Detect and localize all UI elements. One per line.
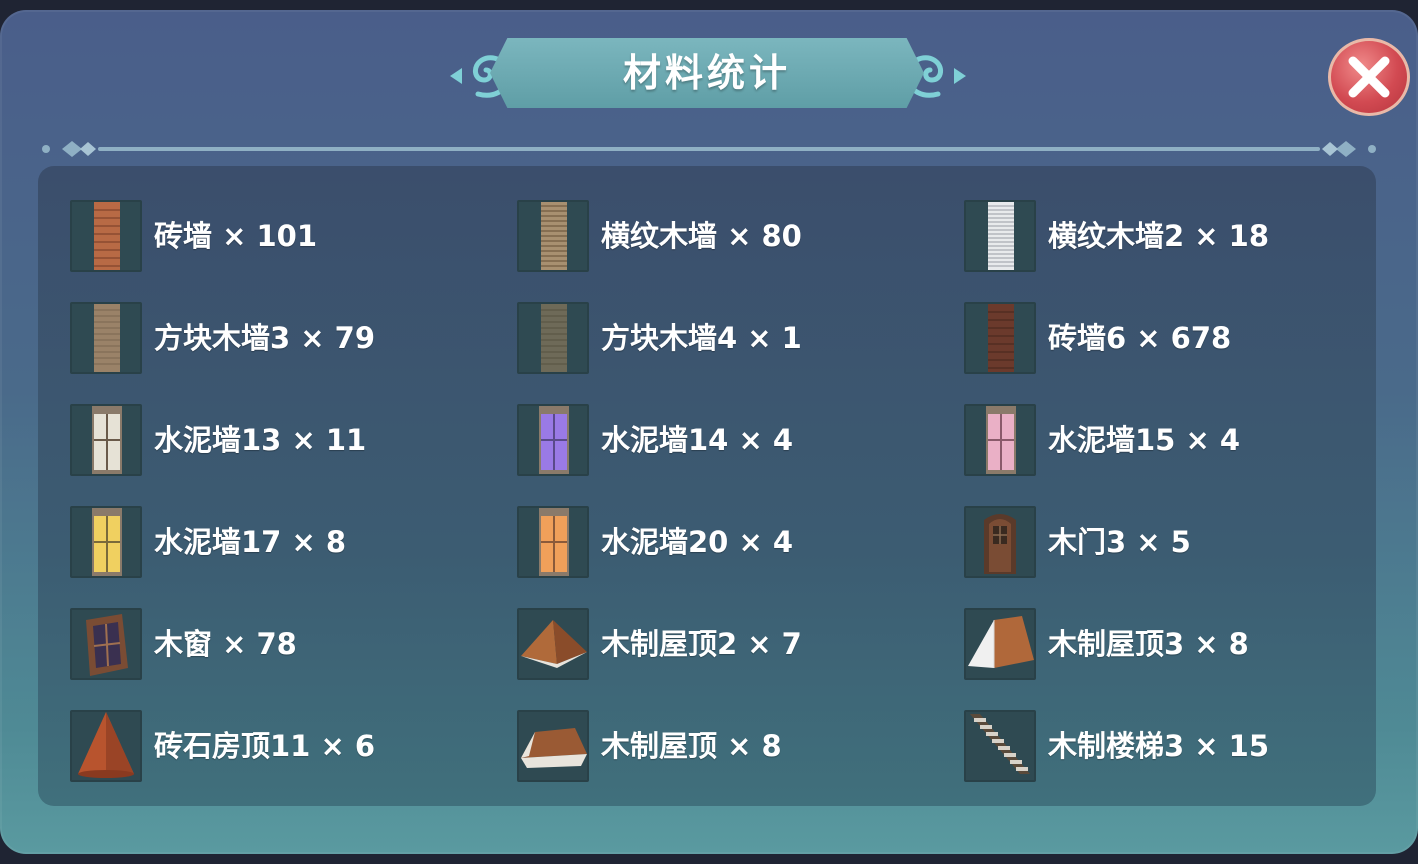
yellow-window-wall-icon [70,506,142,578]
item-label: 砖墙6 × 678 [1048,321,1232,355]
list-item: 砖墙6 × 678 [964,302,1394,378]
list-item: 木制楼梯3 × 15 [964,710,1394,786]
list-item: 砖墙 × 101 [70,200,500,276]
item-label: 水泥墙17 × 8 [154,525,347,559]
list-item: 砖石房顶11 × 6 [70,710,500,786]
list-item: 木制屋顶 × 8 [517,710,947,786]
list-item: 水泥墙14 × 4 [517,404,947,480]
white-window-wall-icon [70,404,142,476]
page-title: 材料统计 [622,51,791,95]
close-icon [1348,56,1390,98]
horizontal-wood-wall-icon [517,200,589,272]
dark-wood-wall-icon [517,302,589,374]
item-label: 砖石房顶11 × 6 [154,729,376,763]
item-label: 方块木墙3 × 79 [154,321,376,355]
cone-roof-icon [70,710,142,782]
purple-window-wall-icon [517,404,589,476]
material-list: 砖墙 × 101 横纹木墙 × 80 横纹木墙2 × 18 方块木墙3 × 79… [38,166,1376,806]
item-label: 方块木墙4 × 1 [601,321,802,355]
gable-roof-icon [964,608,1036,680]
dark-brick-wall-icon [964,302,1036,374]
brick-wall-icon [70,200,142,272]
wooden-window-icon [70,608,142,680]
white-plank-wall-icon [964,200,1036,272]
list-item: 木门3 × 5 [964,506,1394,582]
item-label: 木制屋顶 × 8 [601,729,782,763]
pyramid-roof-icon [517,608,589,680]
item-label: 木窗 × 78 [154,627,297,661]
item-label: 水泥墙20 × 4 [601,525,794,559]
flat-roof-icon [517,710,589,782]
header-divider [42,141,1376,157]
item-label: 水泥墙15 × 4 [1048,423,1241,457]
item-label: 木门3 × 5 [1048,525,1191,559]
wooden-door-icon [964,506,1036,578]
block-wood-wall-icon [70,302,142,374]
list-item: 横纹木墙2 × 18 [964,200,1394,276]
list-item: 水泥墙15 × 4 [964,404,1394,480]
item-label: 水泥墙13 × 11 [154,423,367,457]
orange-window-wall-icon [517,506,589,578]
item-label: 砖墙 × 101 [154,219,318,253]
list-item: 水泥墙13 × 11 [70,404,500,480]
pink-window-wall-icon [964,404,1036,476]
list-item: 水泥墙17 × 8 [70,506,500,582]
list-item: 水泥墙20 × 4 [517,506,947,582]
item-label: 横纹木墙2 × 18 [1048,219,1270,253]
item-label: 横纹木墙 × 80 [601,219,802,253]
list-item: 木制屋顶2 × 7 [517,608,947,684]
wooden-stairs-icon [964,710,1036,782]
item-label: 木制楼梯3 × 15 [1048,729,1270,763]
close-button[interactable] [1328,38,1410,116]
item-label: 水泥墙14 × 4 [601,423,794,457]
list-item: 方块木墙3 × 79 [70,302,500,378]
list-item: 横纹木墙 × 80 [517,200,947,276]
list-item: 方块木墙4 × 1 [517,302,947,378]
item-label: 木制屋顶3 × 8 [1048,627,1249,661]
list-item: 木窗 × 78 [70,608,500,684]
list-item: 木制屋顶3 × 8 [964,608,1394,684]
material-stats-panel: 材料统计 砖墙 × 101 横纹木墙 × 80 横纹木墙2 × 18 方块木墙3… [0,10,1418,854]
item-label: 木制屋顶2 × 7 [601,627,802,661]
